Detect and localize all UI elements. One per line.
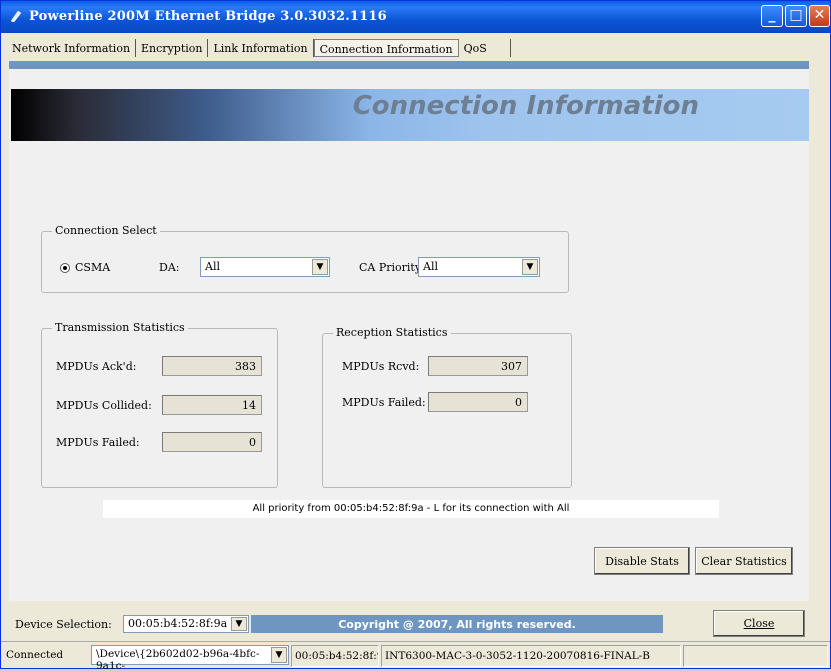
tab-accent-bar [9,61,809,69]
da-select[interactable]: All ▼ [200,257,330,277]
csma-label[interactable]: CSMA [75,261,110,274]
rx-mpdus-failed-value: 0 [428,392,528,412]
connection-select-label: Connection Select [52,224,160,237]
close-icon: ✕ [813,7,826,23]
tab-qos[interactable]: QoS [459,39,511,57]
ca-priority-select-value: All [423,260,438,273]
mpdus-collided-label: MPDUs Collided: [56,399,152,412]
disable-stats-button[interactable]: Disable Stats [594,547,690,575]
app-window: Powerline 200M Ethernet Bridge 3.0.3032.… [0,0,831,672]
chevron-down-icon[interactable]: ▼ [312,259,328,275]
close-button[interactable]: Close [713,610,805,637]
mpdus-collided-value: 14 [162,395,262,415]
page-banner: Connection Information [11,89,809,141]
connection-state: Connected [6,649,64,661]
tab-link-information[interactable]: Link Information [208,39,314,57]
mpdus-ackd-value: 383 [162,356,262,376]
page-title: Connection Information [352,91,699,121]
connection-status-message: All priority from 00:05:b4:52:8f:9a - L … [103,500,719,518]
copyright-bar: Copyright @ 2007, All rights reserved. [251,615,663,633]
csma-radio[interactable] [60,263,70,273]
device-selection-value: 00:05:b4:52:8f:9a - L [128,617,246,630]
close-window-button[interactable]: ✕ [809,5,830,27]
reception-statistics-group: Reception Statistics MPDUs Rcvd: 307 MPD… [322,326,572,488]
device-path-select[interactable]: \Device\{2b602d02-b96a-4bfc-9a1c- ▼ [91,645,289,672]
da-select-value: All [205,260,220,273]
powerline-app-icon [10,10,22,23]
tx-mpdus-failed-value: 0 [162,432,262,452]
tx-mpdus-failed-label: MPDUs Failed: [56,436,140,449]
transmission-statistics-group: Transmission Statistics MPDUs Ack'd: 383… [41,321,278,488]
maximize-icon: □ [789,7,803,23]
connection-panel: Connection Information Connection Select… [9,69,809,601]
minimize-icon: _ [768,7,776,23]
mpdus-rcvd-value: 307 [428,356,528,376]
connection-select-group: Connection Select CSMA DA: All ▼ CA Prio… [41,224,569,293]
statusbar-firmware: INT6300-MAC-3-0-3052-1120-20070816-FINAL… [381,645,681,667]
tab-connection-information[interactable]: Connection Information [313,39,459,57]
status-bar: Connected \Device\{2b602d02-b96a-4bfc-9a… [1,641,830,672]
ca-priority-select[interactable]: All ▼ [418,257,540,277]
chevron-down-icon[interactable]: ▼ [522,259,538,275]
maximize-button[interactable]: □ [785,5,807,27]
statusbar-mac: 00:05:b4:52:8f:9a [291,645,379,667]
chevron-down-icon[interactable]: ▼ [271,647,287,663]
clear-statistics-button[interactable]: Clear Statistics [695,547,793,575]
statusbar-empty [683,645,828,667]
title-bar[interactable]: Powerline 200M Ethernet Bridge 3.0.3032.… [1,1,830,33]
device-selection-label: Device Selection: [15,618,112,631]
mpdus-rcvd-label: MPDUs Rcvd: [342,360,420,373]
rx-mpdus-failed-label: MPDUs Failed: [342,396,426,409]
da-label: DA: [159,261,180,274]
mpdus-ackd-label: MPDUs Ack'd: [56,360,137,373]
close-button-label: Close [743,617,775,630]
tab-strip: Network Information Encryption Link Info… [7,39,511,59]
tab-encryption[interactable]: Encryption [136,39,209,57]
window-title: Powerline 200M Ethernet Bridge 3.0.3032.… [29,9,387,24]
device-path-value: \Device\{2b602d02-b96a-4bfc-9a1c- [96,648,260,672]
ca-priority-label: CA Priority: [359,261,425,274]
minimize-button[interactable]: _ [761,5,783,27]
transmission-statistics-label: Transmission Statistics [52,321,188,334]
reception-statistics-label: Reception Statistics [333,326,451,339]
tab-network-information[interactable]: Network Information [7,39,137,57]
device-selection-select[interactable]: 00:05:b4:52:8f:9a - L ▼ [123,615,249,633]
chevron-down-icon[interactable]: ▼ [231,617,247,631]
